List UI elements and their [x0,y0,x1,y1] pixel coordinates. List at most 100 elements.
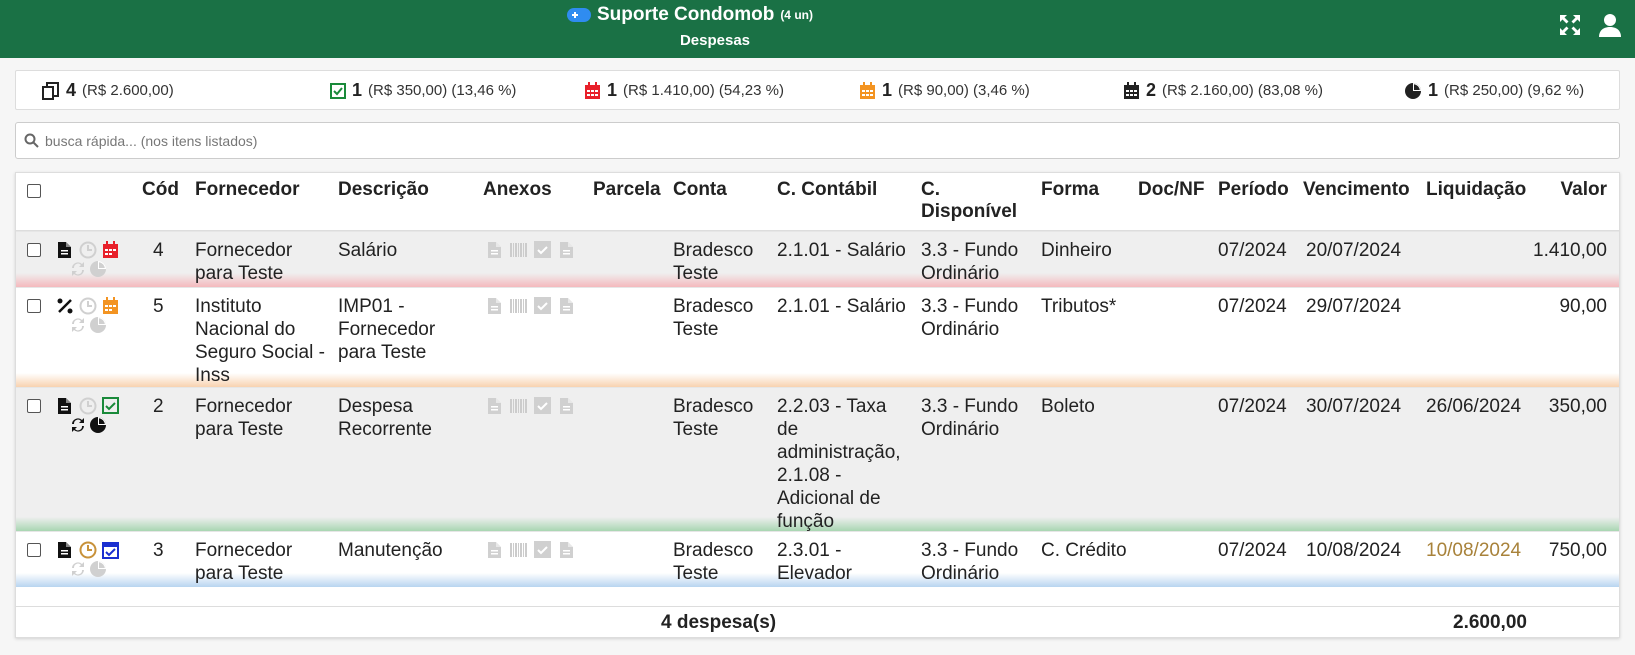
check-square-icon [534,397,551,414]
table-row[interactable]: 4 Fornecedor para Teste Salário Bradesco Test… [16,231,1619,287]
col-vencimento[interactable]: Vencimento [1303,179,1410,201]
clock-icon [79,297,97,315]
table-header: Cód Fornecedor Descrição Anexos Parcela … [16,173,1619,231]
col-liquidacao[interactable]: Liquidação [1426,179,1526,201]
sync-icon [72,318,84,332]
cell-periodo: 07/2024 [1218,396,1287,417]
summary-total[interactable]: 4 (R$ 2.600,00) [42,80,174,101]
table-row[interactable]: 2 Fornecedor para Teste Despesa Recorrente Br… [16,387,1619,532]
pie-chart-icon [1405,82,1421,99]
cell-liquidacao: 10/08/2024 [1426,540,1522,561]
col-contabil[interactable]: C. Contábil [777,179,877,201]
attachment-document-icon [488,542,501,558]
expand-icon[interactable] [1557,12,1583,38]
row-checkbox[interactable] [27,543,41,557]
summary-pending[interactable]: 1 (R$ 90,00) (3,46 %) [859,80,1030,101]
calendar-check-icon [102,542,119,559]
row-checkbox[interactable] [27,399,41,413]
cell-disponivel: 3.3 - Fundo Ordinário [921,296,1019,340]
summary-partial[interactable]: 1 (R$ 250,00) (9,62 %) [1404,80,1584,101]
check-square-icon [330,82,346,99]
clock-icon [79,397,97,415]
col-conta[interactable]: Conta [673,179,727,201]
row-checkbox[interactable] [27,243,41,257]
user-icon[interactable] [1597,12,1623,38]
check-square-icon [534,541,551,558]
calendar-icon [103,241,118,258]
search-icon [24,133,39,148]
attachment-file-icon [560,398,573,414]
cell-conta: Bradesco Teste [673,240,754,284]
cell-disponivel: 3.3 - Fundo Ordinário [921,540,1019,584]
attachment-document-icon [488,398,501,414]
summary-scheduled[interactable]: 2 (R$ 2.160,00) (83,08 %) [1123,80,1323,101]
cell-vencimento: 20/07/2024 [1306,240,1402,261]
pie-chart-icon [90,417,106,433]
col-disponivel[interactable]: C. Disponível [921,179,1017,223]
cell-periodo: 07/2024 [1218,240,1287,261]
cell-disponivel: 3.3 - Fundo Ordinário [921,396,1019,440]
attachment-document-icon [488,298,501,314]
attachment-file-icon [560,298,573,314]
document-icon [58,242,71,258]
barcode-icon [510,399,527,413]
check-square-icon [534,297,551,314]
cell-forma: C. Crédito [1041,540,1127,561]
cell-cod: 4 [153,240,164,261]
barcode-icon [510,243,527,257]
sync-icon [72,562,84,576]
barcode-icon [510,543,527,557]
col-parcela[interactable]: Parcela [593,179,661,201]
pie-chart-icon [90,261,106,277]
gamepad-icon [567,8,591,22]
cell-cod: 3 [153,540,164,561]
select-all-checkbox[interactable] [27,184,41,198]
col-descricao[interactable]: Descrição [338,179,429,201]
row-checkbox[interactable] [27,299,41,313]
cell-contabil: 2.1.01 - Salário [777,240,906,261]
pie-chart-icon [90,561,106,577]
calendar-icon [103,297,118,314]
title-area: Suporte Condomob (4 un) Despesas [560,4,820,49]
cell-periodo: 07/2024 [1218,540,1287,561]
percent-icon [57,298,73,314]
summary-bar: 4 (R$ 2.600,00) 1 (R$ 350,00) (13,46 %) 1(… [15,70,1620,110]
copy-icon [42,81,59,100]
cell-valor: 750,00 [1548,540,1607,561]
cell-conta: Bradesco Teste [673,540,754,584]
calendar-black-icon [1124,81,1139,99]
col-forma[interactable]: Forma [1041,179,1099,201]
cell-fornecedor: Fornecedor para Teste [195,540,293,584]
col-docnf[interactable]: Doc/NF [1138,179,1205,201]
cell-forma: Boleto [1041,396,1095,417]
check-square-icon [102,397,119,414]
col-fornecedor[interactable]: Fornecedor [195,179,300,201]
footer-total: 2.600,00 [1453,612,1527,633]
table-row[interactable]: 3 Fornecedor para Teste Manutenção Bradesco T… [16,531,1619,587]
cell-vencimento: 30/07/2024 [1306,396,1402,417]
col-cod[interactable]: Cód [142,179,179,201]
calendar-red-icon [585,81,600,99]
table-row[interactable]: 5 Instituto Nacional do Seguro Social - Inss… [16,287,1619,387]
summary-overdue[interactable]: 1 (R$ 1.410,00) (54,23 %) [584,80,784,101]
quick-search [15,122,1620,159]
expenses-table: Cód Fornecedor Descrição Anexos Parcela … [15,172,1620,638]
cell-cod: 2 [153,396,164,417]
summary-paid[interactable]: 1 (R$ 350,00) (13,46 %) [330,80,516,101]
cell-descricao: Despesa Recorrente [338,396,432,440]
cell-fornecedor: Fornecedor para Teste [195,396,293,440]
top-bar: Suporte Condomob (4 un) Despesas [0,0,1635,58]
cell-descricao: Manutenção [338,540,443,561]
cell-conta: Bradesco Teste [673,296,754,340]
cell-valor: 90,00 [1559,296,1607,317]
condo-title[interactable]: Suporte Condomob (4 un) [560,4,820,26]
col-valor[interactable]: Valor [1561,179,1607,201]
col-periodo[interactable]: Período [1218,179,1289,201]
sync-icon [72,262,84,276]
col-anexos[interactable]: Anexos [483,179,552,201]
document-icon [58,398,71,414]
cell-disponivel: 3.3 - Fundo Ordinário [921,240,1019,284]
cell-vencimento: 10/08/2024 [1306,540,1402,561]
search-input[interactable] [45,132,1545,149]
barcode-icon [510,299,527,313]
